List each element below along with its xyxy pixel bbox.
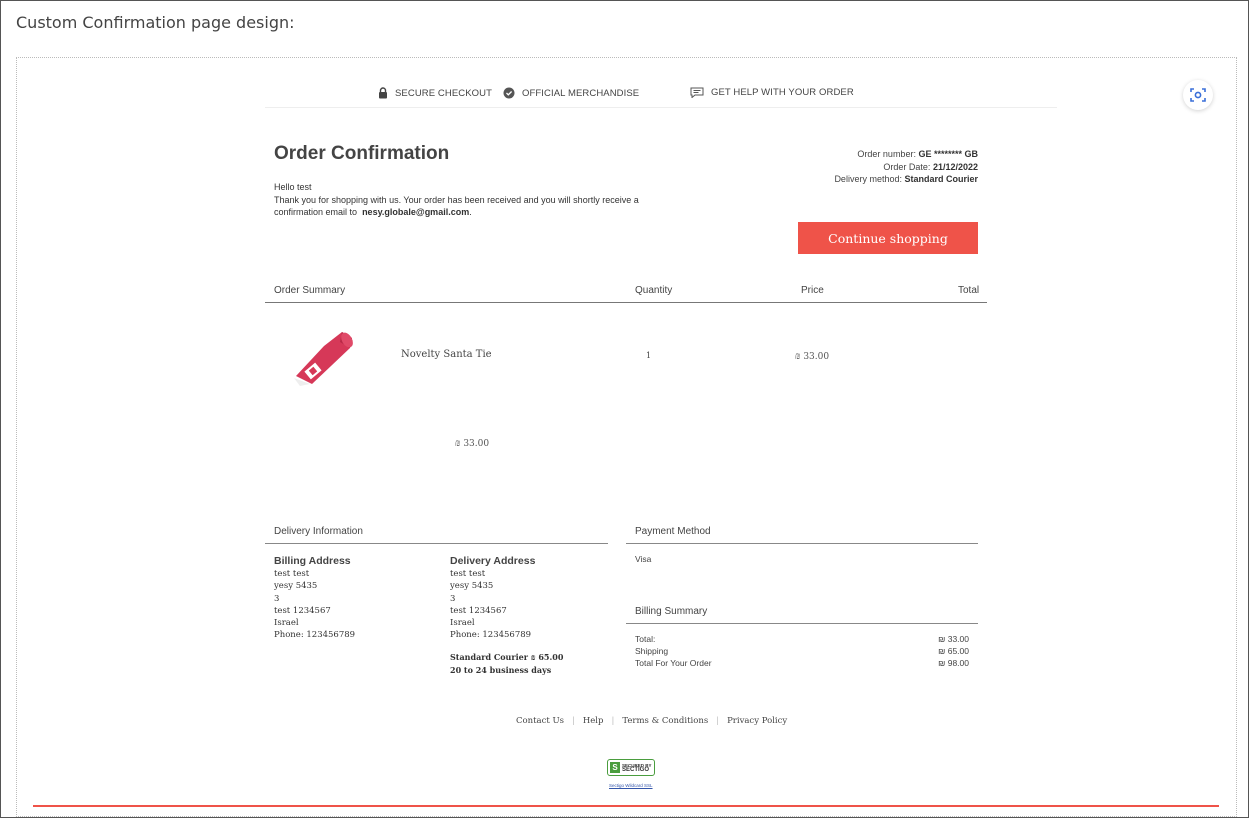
footer-accent-line <box>33 805 1219 807</box>
thank-you-message: Thank you for shopping with us. Your ord… <box>274 194 639 218</box>
payment-method-value: Visa <box>635 554 652 564</box>
help-link[interactable]: Help <box>583 716 604 726</box>
billing-address-title: Billing Address <box>274 555 351 567</box>
column-order-summary: Order Summary <box>274 285 346 296</box>
delivery-method: Delivery method: Standard Courier <box>834 174 978 184</box>
order-confirmation-title: Order Confirmation <box>274 143 450 164</box>
trust-bar: SECURE CHECKOUT OFFICIAL MERCHANDISE GET… <box>265 80 1057 108</box>
get-help-label: GET HELP WITH YOUR ORDER <box>711 87 854 98</box>
order-date: Order Date: 21/12/2022 <box>883 161 978 172</box>
delivery-information-heading: Delivery Information <box>274 526 363 537</box>
product-name[interactable]: Novelty Santa Tie <box>401 349 492 360</box>
sectigo-ssl-link[interactable]: Sectigo Wildcard SSL <box>609 783 653 788</box>
footer-separator: | <box>716 716 720 726</box>
verified-badge-icon <box>503 87 515 99</box>
shipping-time: 20 to 24 business days <box>450 664 552 675</box>
shipping-method-price: Standard Courier ₪ 65.00 <box>450 652 564 662</box>
footer-separator: | <box>611 716 615 726</box>
product-image[interactable] <box>290 328 358 388</box>
product-subtotal: ₪ 33.00 <box>455 439 490 449</box>
terms-link[interactable]: Terms & Conditions <box>622 716 708 726</box>
delivery-divider <box>265 543 608 544</box>
billing-summary-heading: Billing Summary <box>635 606 708 617</box>
column-price: Price <box>801 285 824 296</box>
get-help-item[interactable]: GET HELP WITH YOUR ORDER <box>690 87 854 98</box>
official-merchandise-label: OFFICIAL MERCHANDISE <box>522 87 640 99</box>
delivery-address-lines: test test yesy 5435 3 test 1234567 Israe… <box>450 569 532 641</box>
secure-checkout-label: SECURE CHECKOUT <box>395 87 493 99</box>
page-heading: Custom Confirmation page design: <box>16 13 295 32</box>
shipping-note: Standard Courier ₪ 65.00 20 to 24 busine… <box>450 651 563 676</box>
screenshot-scan-button[interactable] <box>1183 80 1213 110</box>
billing-row-shipping: Shipping ₪ 65.00 <box>635 646 969 656</box>
column-quantity: Quantity <box>635 285 673 296</box>
contact-us-link[interactable]: Contact Us <box>516 716 564 726</box>
delivery-address-title: Delivery Address <box>450 555 536 567</box>
billing-row-total: Total: ₪ 33.00 <box>635 634 969 644</box>
greeting-line: Hello test <box>274 182 312 192</box>
product-quantity: 1 <box>646 351 652 360</box>
summary-divider <box>265 302 987 303</box>
continue-shopping-button[interactable]: Continue shopping <box>798 222 978 254</box>
scan-icon <box>1190 88 1206 102</box>
product-price: ₪ 33.00 <box>795 352 830 362</box>
payment-method-heading: Payment Method <box>635 526 711 537</box>
greeting-block: Hello test Thank you for shopping with u… <box>274 181 654 219</box>
official-merchandise-item: OFFICIAL MERCHANDISE <box>503 87 639 99</box>
privacy-policy-link[interactable]: Privacy Policy <box>727 716 787 726</box>
order-number: Order number: GE ******** GB <box>857 149 978 159</box>
payment-divider <box>626 543 978 544</box>
footer-separator: | <box>571 716 575 726</box>
lock-icon <box>379 87 387 99</box>
column-total: Total <box>958 285 980 296</box>
sectigo-logo-icon: S <box>610 762 620 773</box>
confirmation-email: nesy.globale@gmail.com <box>362 207 470 217</box>
chat-icon <box>690 87 704 98</box>
billing-address-lines: test test yesy 5435 3 test 1234567 Israe… <box>274 569 356 641</box>
order-meta: Order number: GE ******** GB Order Date:… <box>700 148 978 186</box>
sectigo-seal[interactable]: S SECURED BY SECTIGO <box>607 759 655 776</box>
preview-frame <box>16 57 1237 817</box>
billing-row-order-total: Total For Your Order ₪ 98.00 <box>635 658 969 668</box>
secure-checkout-item: SECURE CHECKOUT <box>378 87 492 99</box>
footer-links: Contact Us | Help | Terms & Conditions |… <box>516 716 787 726</box>
billing-summary-divider <box>626 623 978 624</box>
